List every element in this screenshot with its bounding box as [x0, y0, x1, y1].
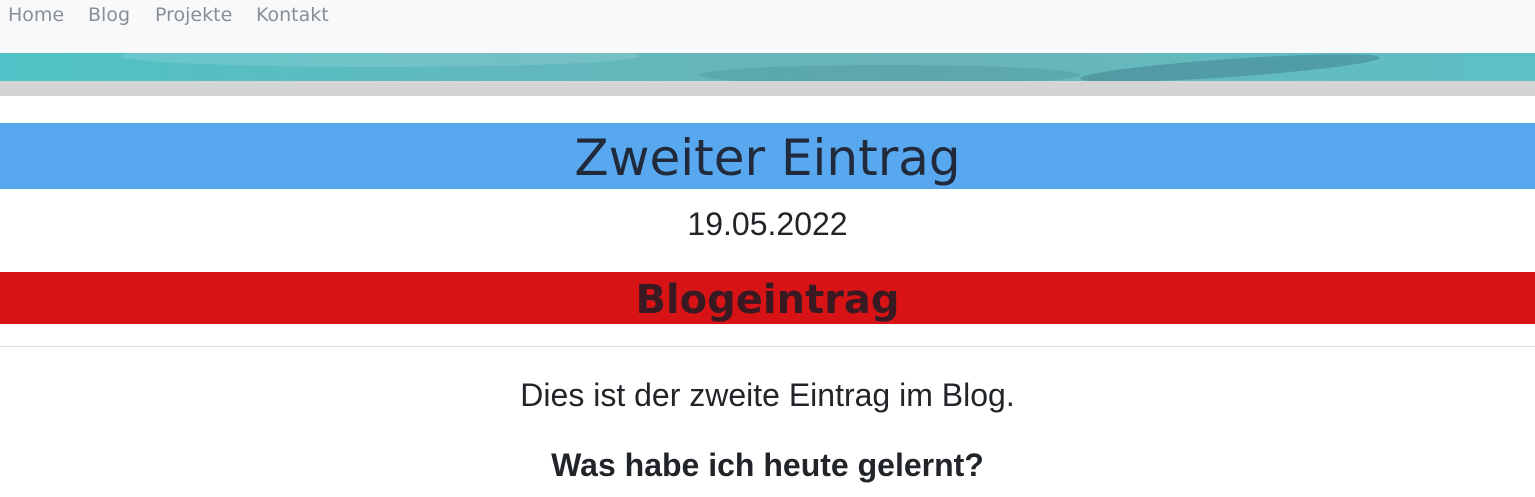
post-date: 19.05.2022: [687, 206, 848, 242]
top-navbar: Home Blog Projekte Kontakt: [0, 0, 1535, 53]
hero-wave-highlight: [120, 53, 640, 67]
nav-link-kontakt[interactable]: Kontakt: [256, 2, 329, 28]
hero-image-strip: [0, 53, 1535, 81]
post-intro-text: Dies ist der zweite Eintrag im Blog.: [520, 377, 1015, 413]
nav-link-blog[interactable]: Blog: [88, 2, 130, 28]
hero-wave-shadow: [700, 65, 1080, 81]
page-title: Zweiter Eintrag: [574, 129, 961, 187]
hero-wave-dark: [1079, 53, 1381, 81]
grey-separator-bar: [0, 81, 1535, 96]
post-subheading: Was habe ich heute gelernt?: [551, 447, 984, 483]
section-heading: Blogeintrag: [635, 277, 900, 323]
nav-link-projekte[interactable]: Projekte: [155, 2, 232, 28]
nav-link-home[interactable]: Home: [8, 2, 64, 28]
content-divider: [0, 346, 1535, 347]
